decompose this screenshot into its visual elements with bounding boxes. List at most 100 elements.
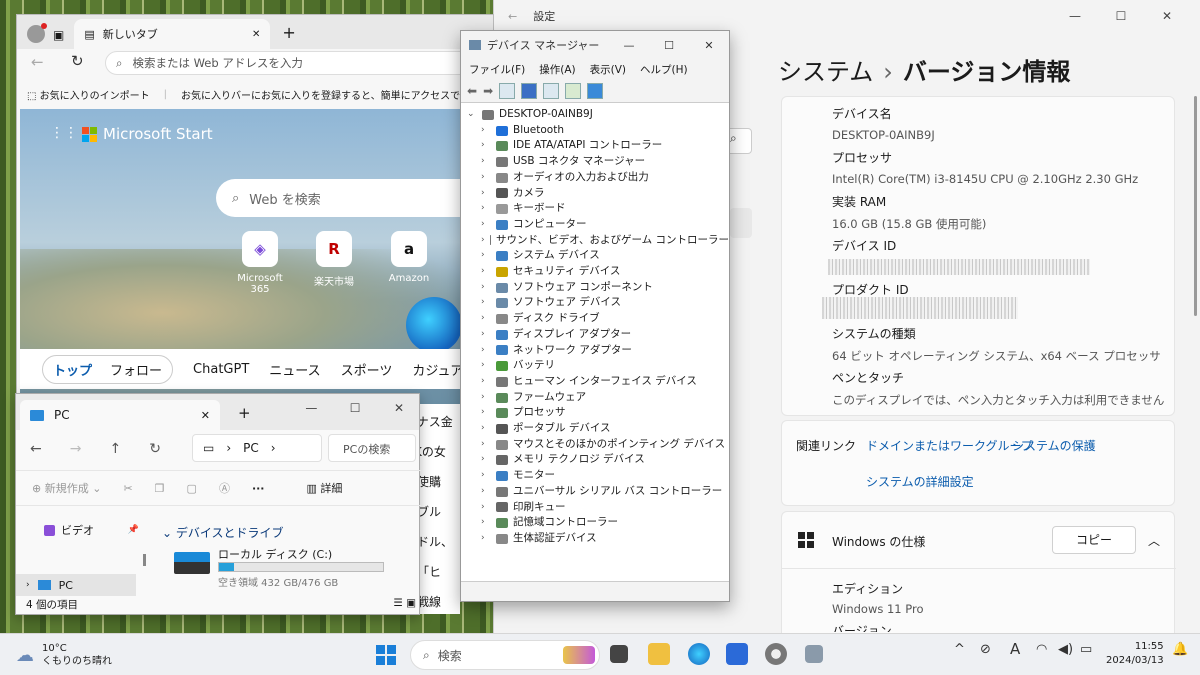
menu-file[interactable]: ファイル(F) [469,62,525,77]
chevron-right-icon[interactable]: › [481,295,491,311]
chevron-right-icon[interactable]: › [481,515,491,531]
tab-new-tab[interactable]: ▤ 新しいタブ ✕ [74,19,271,49]
ime-indicator[interactable]: A [1010,640,1020,658]
device-category[interactable]: › Bluetooth [467,123,729,139]
web-search-box[interactable]: ⌕ Web を検索 [216,179,486,217]
tab-close-icon[interactable]: ✕ [201,409,210,422]
explorer-tab-pc[interactable]: PC ✕ [20,400,220,430]
more-icon[interactable]: ··· [252,482,265,495]
nav-top[interactable]: トップ [53,360,92,379]
device-category[interactable]: › サウンド、ビデオ、およびゲーム コントローラー [467,233,729,249]
device-category[interactable]: › ポータブル デバイス [467,421,729,437]
close-icon[interactable]: ✕ [689,39,729,52]
drive-c[interactable]: ローカル ディスク (C:) 空き領域 432 GB/476 GB [172,544,392,589]
chevron-right-icon[interactable]: › [481,138,491,154]
refresh-icon[interactable]: ↻ [71,52,84,70]
new-tab-button[interactable]: + [282,23,295,42]
device-category[interactable]: › モニター [467,468,729,484]
chevron-right-icon[interactable]: › [481,405,491,421]
tile-rakuten[interactable]: R 楽天市場 [304,231,364,288]
device-category[interactable]: › 生体認証デバイス [467,531,729,547]
chevron-right-icon[interactable]: › [481,217,491,233]
chevron-right-icon[interactable]: › [481,154,491,170]
nav-item-pc[interactable]: › PC [16,574,136,596]
minimize-icon[interactable]: — [1052,6,1098,26]
device-category[interactable]: › キーボード [467,201,729,217]
device-category[interactable]: › カメラ [467,186,729,202]
clock[interactable]: 11:55 2024/03/13 [1106,640,1164,668]
section-devices-drives[interactable]: ⌄ デバイスとドライブ [162,524,284,541]
nav-sports[interactable]: スポーツ [341,360,393,379]
chevron-right-icon[interactable]: › [481,390,491,406]
chevron-right-icon[interactable]: › [481,327,491,343]
help-icon[interactable] [521,82,538,99]
forward-icon[interactable]: → [70,441,82,457]
maximize-icon[interactable]: ☐ [335,398,375,418]
chevron-right-icon[interactable]: › [481,500,491,516]
nav-follow[interactable]: フォロー [110,360,162,379]
link-system-protection[interactable]: システムの保護 [1012,437,1096,454]
microsoft-start-brand[interactable]: Microsoft Start [82,125,213,143]
volume-icon[interactable]: ◀) [1058,642,1073,657]
wifi-icon[interactable]: ◠ [1036,642,1047,657]
device-category[interactable]: › バッテリ [467,358,729,374]
chevron-right-icon[interactable]: › [481,264,491,280]
chevron-right-icon[interactable]: › [481,421,491,437]
chevron-right-icon[interactable]: › [481,531,491,547]
minimize-icon[interactable]: — [291,398,331,418]
chevron-right-icon[interactable]: › [481,484,491,500]
menu-action[interactable]: 操作(A) [539,62,575,77]
weather-widget[interactable]: ☁ 10°C くもりのち晴れ [16,642,112,668]
network-off-icon[interactable]: ⊘ [980,642,991,657]
chevron-up-icon[interactable]: ︿ [1148,532,1160,549]
new-item-button[interactable]: ⊕ 新規作成 ⌄ [32,480,101,496]
up-icon[interactable]: ↑ [109,441,121,457]
menu-help[interactable]: ヘルプ(H) [640,62,688,77]
link-advanced-system-settings[interactable]: システムの詳細設定 [866,473,974,490]
device-category[interactable]: › メモリ テクノロジ デバイス [467,452,729,468]
device-category[interactable]: › 記憶域コントローラー [467,515,729,531]
paste-icon[interactable]: ▢ [187,482,197,495]
chevron-right-icon[interactable]: › [26,580,30,590]
explorer-search-box[interactable]: PCの検索 [328,434,416,462]
copy-button[interactable]: コピー [1052,526,1136,554]
chevron-right-icon[interactable]: › [481,343,491,359]
nav-news[interactable]: ニュース [269,360,320,379]
nav-chatgpt[interactable]: ChatGPT [193,362,249,377]
chevron-right-icon[interactable]: › [481,311,491,327]
device-category[interactable]: › 印刷キュー [467,500,729,516]
new-tab-button[interactable]: + [238,404,251,422]
tiles-view-icon[interactable]: ▣ [406,597,416,609]
chevron-right-icon[interactable]: › [481,170,491,186]
chevron-right-icon[interactable]: › [481,452,491,468]
chevron-right-icon[interactable]: › [481,358,491,374]
copy-icon[interactable]: ❐ [155,482,165,495]
device-manager-taskbar-icon[interactable] [805,645,823,663]
notification-bell-icon[interactable]: 🔔 [1172,642,1188,657]
back-icon[interactable]: ← [31,53,44,71]
minimize-icon[interactable]: — [609,39,649,52]
chevron-right-icon[interactable]: › [481,468,491,484]
chevron-right-icon[interactable]: › [481,374,491,390]
device-category[interactable]: › システム デバイス [467,248,729,264]
rename-icon[interactable]: Ⓐ [219,480,230,496]
device-category[interactable]: › ソフトウェア コンポーネント [467,280,729,296]
battery-icon[interactable]: ▭ [1080,642,1092,657]
device-category[interactable]: › ネットワーク アダプター [467,343,729,359]
refresh-icon[interactable]: ↻ [149,441,161,457]
device-category[interactable]: › IDE ATA/ATAPI コントローラー [467,138,729,154]
address-bar[interactable]: ⌕ 検索または Web アドレスを入力 [105,51,485,75]
menu-view[interactable]: 表示(V) [590,62,626,77]
chevron-right-icon[interactable]: › [481,233,485,249]
device-category[interactable]: › USB コネクタ マネージャー [467,154,729,170]
device-category[interactable]: › ソフトウェア デバイス [467,295,729,311]
close-icon[interactable]: ✕ [1144,6,1190,26]
address-path[interactable]: ▭ › PC › [192,434,322,462]
device-category[interactable]: › ファームウェア [467,390,729,406]
chevron-right-icon[interactable]: › [481,201,491,217]
device-category[interactable]: › マウスとそのほかのポインティング デバイス [467,437,729,453]
back-arrow-icon[interactable]: ⬅ [467,84,477,98]
settings-gear-icon[interactable] [765,643,787,665]
breadcrumb-parent[interactable]: システム [778,58,873,86]
back-arrow-icon[interactable]: ← [508,10,517,23]
